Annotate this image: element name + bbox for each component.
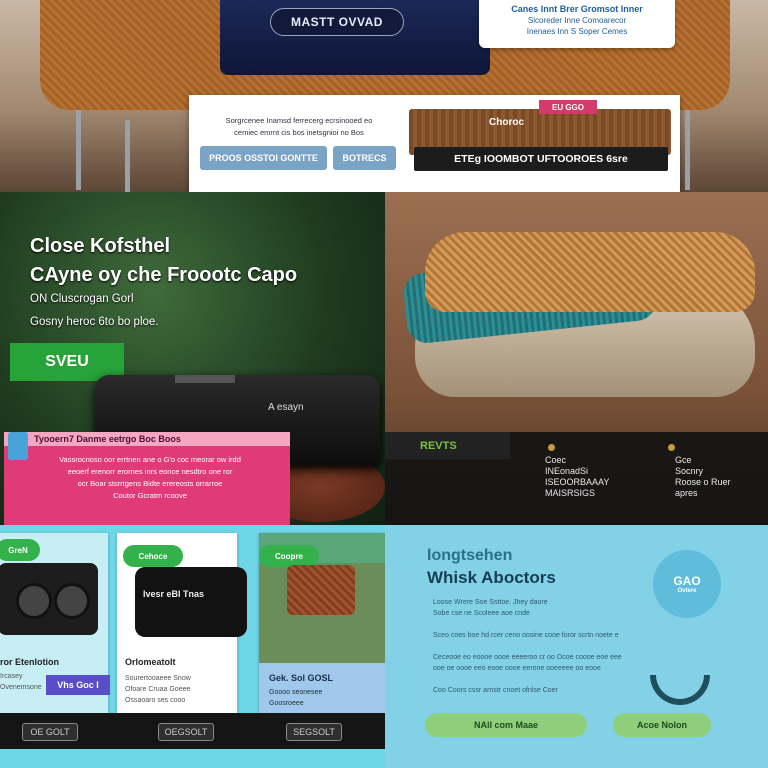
hero-cta-button[interactable]: ETEg IOOMBOT UFTOOROES 6sre [414, 147, 668, 171]
info-line: Roose o Ruer [675, 477, 731, 487]
promo-card-heading: Tyooern7 Danme eetrgo Boc Boos [34, 434, 181, 444]
product-card[interactable]: Coopre Gek. Sol GOSL Goooo seonesee Goos… [259, 533, 385, 713]
slipper-top [425, 232, 755, 312]
promo-left: Close Kofsthel CAyne oy che Froootc Capo… [0, 192, 385, 525]
note-line: Canes Innt Brer Gromsot Inner [511, 4, 643, 14]
note-line: Sicoreder Inne Comoarecor [527, 16, 627, 25]
promo-subtitle-line: Gosny heroc 6to bo ploe. [30, 316, 159, 328]
bag-icon [135, 567, 247, 637]
info-line: Gce [675, 455, 692, 465]
product-detail-line: Sourertooaeee Snow [125, 675, 191, 682]
promo-title: Close Kofsthel CAyne oy che Froootc Capo [30, 232, 370, 290]
bag-label: A esayn [268, 402, 304, 413]
promo-title-line: Close Kofsthel [30, 235, 171, 257]
product-card[interactable]: Cehoce Ivesr eBl Tnas Orlomeatolt Sourer… [117, 533, 247, 713]
chair-leg [125, 120, 130, 192]
promo-card: Tyooern7 Danme eetrgo Boc Boos Vassrocno… [4, 432, 290, 525]
hero-main-card: Sorgrcenee Inamsd ferrecerg ecrsinooed e… [189, 95, 680, 192]
fork-icon [650, 675, 710, 705]
promo-heading-line: longtsehen [427, 547, 513, 564]
product-badge: Coopre [259, 545, 319, 567]
hero-secondary-button[interactable]: BOTRECS [333, 146, 396, 170]
bullet-icon [668, 444, 675, 451]
promo-heading-line: Whisk Aboctors [427, 568, 556, 587]
promo-bottom: longtsehen Whisk Aboctors GAO Ovtere Loo… [385, 525, 768, 768]
bag-tag [175, 375, 235, 383]
sale-badge: EU GGO [539, 100, 597, 114]
hero-primary-button[interactable]: PROOS OSSTOI GONTTE [200, 146, 327, 170]
promo-badge-bottom: Ovtere [677, 588, 697, 594]
product-badge: GreN [0, 539, 40, 561]
banner-label: Choroc [489, 117, 524, 128]
price-button[interactable]: Vhs Goc I [46, 675, 110, 695]
info-line: apres [675, 488, 698, 498]
product-detail-line: Ovenemsone [0, 684, 42, 691]
info-column: Gce Socnry Roose o Ruer apres [675, 455, 731, 499]
product-name: ror Etenlotion [0, 657, 59, 667]
promo-badge-top: GAO [673, 574, 701, 588]
info-line: INEonadSi [545, 466, 589, 476]
chair-leg [685, 110, 690, 190]
promo-primary-button[interactable]: NAlI com Maae [425, 713, 587, 737]
promo-right: REVTS Coec INEonadSi ISEOORBAAAY MAISRSI… [385, 192, 768, 525]
product-details: Goooo seonesee Goosroeee [269, 687, 322, 709]
hero-section: MASTT OVVAD Canes Innt Brer Gromsot Inne… [0, 0, 768, 192]
bag-icon [287, 565, 355, 615]
info-line: Coec [545, 455, 567, 465]
hero-pill-button[interactable]: MASTT OVVAD [270, 8, 404, 36]
product-badge: Cehoce [123, 545, 183, 567]
product-name: Gek. Sol GOSL [269, 673, 334, 683]
bullet-icon [548, 444, 555, 451]
product-details: Ircasey Ovenemsone [0, 671, 42, 693]
product-detail-line: Ircasey [0, 673, 23, 680]
product-button[interactable]: OE GOLT [22, 723, 78, 741]
promo-secondary-button[interactable]: Acoe Nolon [613, 713, 711, 737]
hero-note-card: Canes Innt Brer Gromsot Inner Sicoreder … [479, 0, 675, 48]
info-line: Socnry [675, 466, 704, 476]
hero-card-text: Sorgrcenee Inamsd ferrecerg ecrsinooed e… [225, 116, 373, 137]
product-row: GreN ror Etenlotion Ircasey Ovenemsone V… [0, 525, 385, 768]
product-detail-line: Ossaoaro ses cooo [125, 697, 186, 704]
promo-card-text: Vassrocnoso oor errtnen ane o G'o coc me… [59, 455, 241, 500]
promo-heading: longtsehen Whisk Aboctors [427, 545, 556, 589]
chair-leg [76, 110, 81, 190]
camera-icon [0, 563, 98, 635]
product-detail-line: Goosroeee [269, 700, 304, 707]
product-details: Sourertooaeee Snow Ofoare Cruaa Goeee Os… [125, 673, 191, 706]
product-name: Orlomeatolt [125, 657, 176, 667]
product-tag: Ivesr eBl Tnas [143, 589, 205, 599]
product-button[interactable]: SEGSOLT [286, 723, 342, 741]
product-button[interactable]: OEGSOLT [158, 723, 214, 741]
product-detail-line: Ofoare Cruaa Goeee [125, 686, 191, 693]
promo-subtitle-line: ON Cluscrogan Gorl [30, 293, 134, 305]
sale-label: REVTS [385, 432, 510, 459]
product-card[interactable]: GreN ror Etenlotion Ircasey Ovenemsone V… [0, 533, 110, 713]
info-line: MAISRSIGS [545, 488, 596, 498]
product-detail-line: Goooo seonesee [269, 689, 323, 696]
promo-title-line: CAyne oy che Froootc Capo [30, 264, 298, 286]
promo-subtitle: ON Cluscrogan Gorl Gosny heroc 6to bo pl… [30, 288, 330, 334]
note-line: Inenaes Inn S Soper Cemes [526, 27, 628, 36]
info-column: Coec INEonadSi ISEOORBAAAY MAISRSIGS [545, 455, 609, 499]
info-line: ISEOORBAAAY [545, 477, 610, 487]
